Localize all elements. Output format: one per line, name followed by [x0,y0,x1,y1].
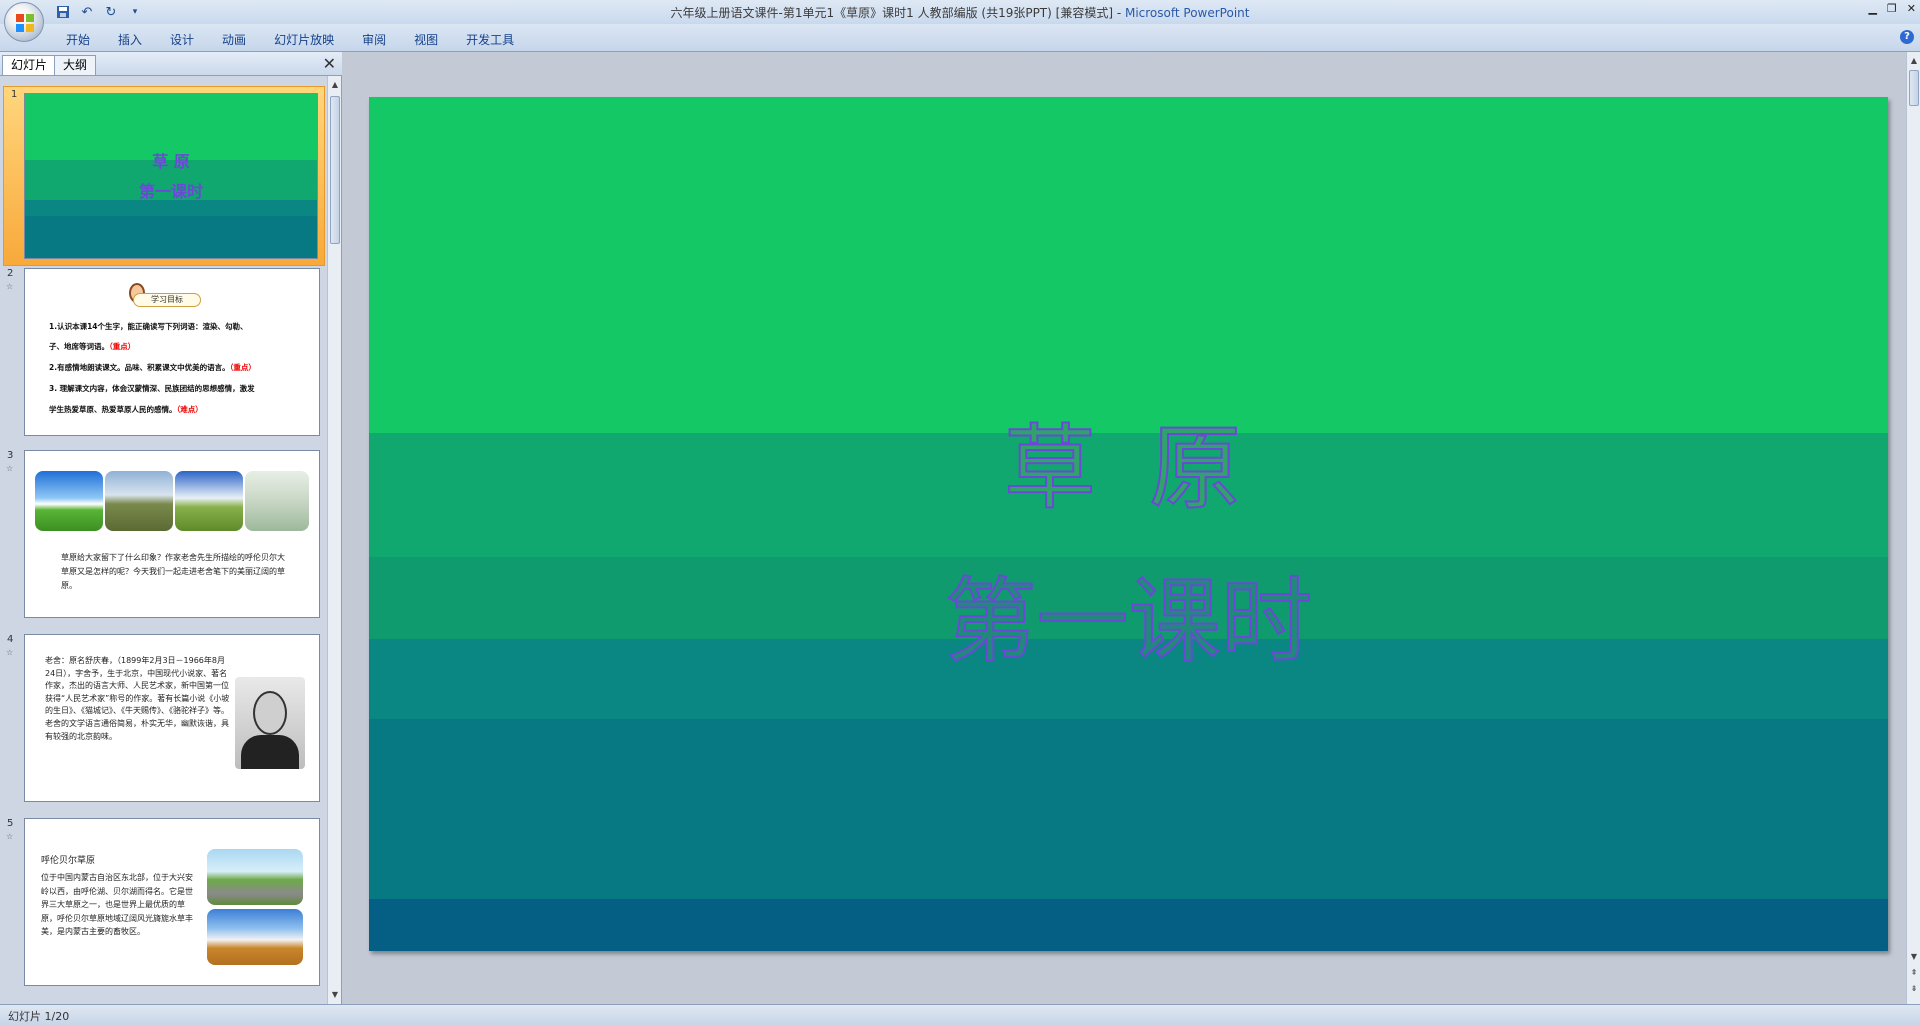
ribbon: 开始 插入 设计 动画 幻灯片放映 审阅 视图 开发工具 ? [0,24,1920,52]
slide-text: 位于中国内蒙古自治区东北部，位于大兴安岭以西，由呼伦湖、贝尔湖而得名。它是世界三… [41,873,193,936]
next-slide-icon[interactable]: ⇟ [1909,984,1919,994]
slide-thumbnail-4[interactable]: 老舍：原名舒庆春，（1899年2月3日－1966年8月24日），字舍予，生于北京… [24,634,320,802]
close-window-icon[interactable]: ✕ [1907,2,1916,15]
clouds-grassland-photo [175,471,243,531]
slide-counter: 幻灯片 1/20 [8,1010,70,1023]
slide-text: 草原给大家留下了什么印象？作家老舍先生所描绘的呼伦贝尔大草原又是怎样的呢？今天我… [61,553,285,590]
title-bar: ↶ ↻ ▾ 六年级上册语文课件-第1单元1《草原》课时1 人教部编版 (共19张… [0,0,1920,24]
office-button[interactable] [4,2,44,42]
tab-outline[interactable]: 大纲 [54,55,97,75]
slide-subtitle[interactable]: 第一课时 [369,547,1888,680]
slide-thumbnail-2-row: 2 ☆ 学习目标 1.认识本课14个生字，能正确读写下列词语：渲染、勾勒、 子、… [0,266,328,446]
powerpoint-window: ↶ ↻ ▾ 六年级上册语文课件-第1单元1《草原》课时1 人教部编版 (共19张… [0,0,1920,1025]
scrollbar-thumb[interactable] [330,96,340,244]
slide-title[interactable]: 草 原 [369,394,1888,527]
yurts-photo [207,909,303,965]
previous-slide-icon[interactable]: ⇞ [1909,968,1919,978]
thumbnail-scrollbar[interactable]: ▲ ▼ [327,76,341,1004]
goal-note: （难点） [176,405,203,414]
ribbon-tabs: 开始 插入 设计 动画 幻灯片放映 审阅 视图 开发工具 [52,30,528,50]
goal-line: 学生热爱草原、热爱草原人民的感情。 [49,405,177,414]
slide-band [369,899,1888,951]
animation-icon: ☆ [6,282,14,291]
slide-text: 老舍：原名舒庆春，（1899年2月3日－1966年8月24日），字舍予，生于北京… [45,656,230,741]
portrait-photo [235,677,305,769]
goal-note: （重点） [229,363,256,372]
help-icon[interactable]: ? [1900,30,1914,44]
slide-number: 1 [11,89,18,100]
grassland-photo [35,471,103,531]
animation-icon: ☆ [6,464,14,473]
restore-icon[interactable]: ❐ [1887,2,1897,15]
painting-photo [245,471,309,531]
goal-line: 3. 理解课文内容，体会汉蒙情深、民族团结的思想感情，激发 [49,384,255,393]
scroll-down-icon[interactable]: ▼ [330,990,340,1000]
slide-number: 4 [7,634,14,645]
tab-insert[interactable]: 插入 [104,30,156,50]
slide-band [369,97,1888,433]
slide-heading: 呼伦贝尔草原 [41,856,96,866]
tab-home[interactable]: 开始 [52,30,104,50]
scroll-up-icon[interactable]: ▲ [330,80,340,90]
tab-review[interactable]: 审阅 [348,30,400,50]
tab-view[interactable]: 视图 [400,30,452,50]
slides-pane: 幻灯片 大纲 ✕ 1 草 原 第一课时 2 ☆ 学习目标 1.认识本课14个生字… [0,52,342,1004]
slide-thumbnail-list: 1 草 原 第一课时 2 ☆ 学习目标 1.认识本课14个生字，能正确读写下列词 [0,76,328,1004]
slide-thumbnail-3[interactable]: 草原给大家留下了什么印象？作家老舍先生所描绘的呼伦贝尔大草原又是怎样的呢？今天我… [24,450,320,618]
current-slide[interactable]: 草 原 第一课时 [369,97,1888,951]
road-grassland-photo [207,849,303,905]
slide-thumbnail-4-row: 4 ☆ 老舍：原名舒庆春，（1899年2月3日－1966年8月24日），字舍予，… [0,632,328,812]
slide-thumbnail-5-row: 5 ☆ 呼伦贝尔草原 位于中国内蒙古自治区东北部，位于大兴安岭以西，由呼伦湖、贝… [0,816,328,996]
application-name: Microsoft PowerPoint [1124,6,1250,20]
goal-line: 2.有感情地朗读课文。品味、积累课文中优美的语言。 [49,363,230,372]
office-logo-icon [16,14,34,32]
learning-goals-badge: 学习目标 [133,293,201,307]
status-bar: 幻灯片 1/20 [0,1004,1920,1025]
tab-slides[interactable]: 幻灯片 [2,55,57,75]
slide-number: 5 [7,818,14,829]
window-controls: ▁ ❐ ✕ [1868,2,1916,15]
scroll-down-icon[interactable]: ▼ [1909,952,1919,962]
slide-thumbnail-1[interactable]: 草 原 第一课时 [24,93,318,259]
close-pane-icon[interactable]: ✕ [323,54,336,73]
slide-number: 2 [7,268,14,279]
scroll-up-icon[interactable]: ▲ [1909,56,1919,66]
window-title: 六年级上册语文课件-第1单元1《草原》课时1 人教部编版 (共19张PPT) [… [0,4,1920,21]
slide-thumbnail-2[interactable]: 学习目标 1.认识本课14个生字，能正确读写下列词语：渲染、勾勒、 子、地席等词… [24,268,320,436]
tab-design[interactable]: 设计 [156,30,208,50]
thumb-title: 草 原 [152,152,190,171]
title-separator: - [1113,6,1125,20]
tab-animations[interactable]: 动画 [208,30,260,50]
slide-number: 3 [7,450,14,461]
minimize-icon[interactable]: ▁ [1868,2,1876,15]
goal-note: （重点） [109,342,136,351]
slide-band [369,719,1888,899]
thumb-subtitle: 第一课时 [138,182,203,201]
goal-line: 1.认识本课14个生字，能正确读写下列词语：渲染、勾勒、 [49,322,248,331]
slide-thumbnail-5[interactable]: 呼伦贝尔草原 位于中国内蒙古自治区东北部，位于大兴安岭以西，由呼伦湖、贝尔湖而得… [24,818,320,986]
tab-slide-show[interactable]: 幻灯片放映 [260,30,348,50]
pane-tabs: 幻灯片 大纲 ✕ [0,52,342,76]
scrollbar-thumb[interactable] [1909,70,1919,106]
editor-scrollbar[interactable]: ▲ ▼ ⇞ ⇟ [1906,52,1920,1004]
slide-thumbnail-1-selection[interactable]: 1 草 原 第一课时 [3,86,325,266]
document-title: 六年级上册语文课件-第1单元1《草原》课时1 人教部编版 (共19张PPT) [… [670,6,1113,20]
tab-developer[interactable]: 开发工具 [452,30,528,50]
animation-icon: ☆ [6,648,14,657]
goal-line: 子、地席等词语。 [49,342,109,351]
animation-icon: ☆ [6,832,14,841]
horse-rider-photo [105,471,173,531]
slide-thumbnail-3-row: 3 ☆ 草原给大家留下了什么印象？作家老舍先生所描绘的呼伦贝尔大草原又是怎样的呢… [0,448,328,628]
